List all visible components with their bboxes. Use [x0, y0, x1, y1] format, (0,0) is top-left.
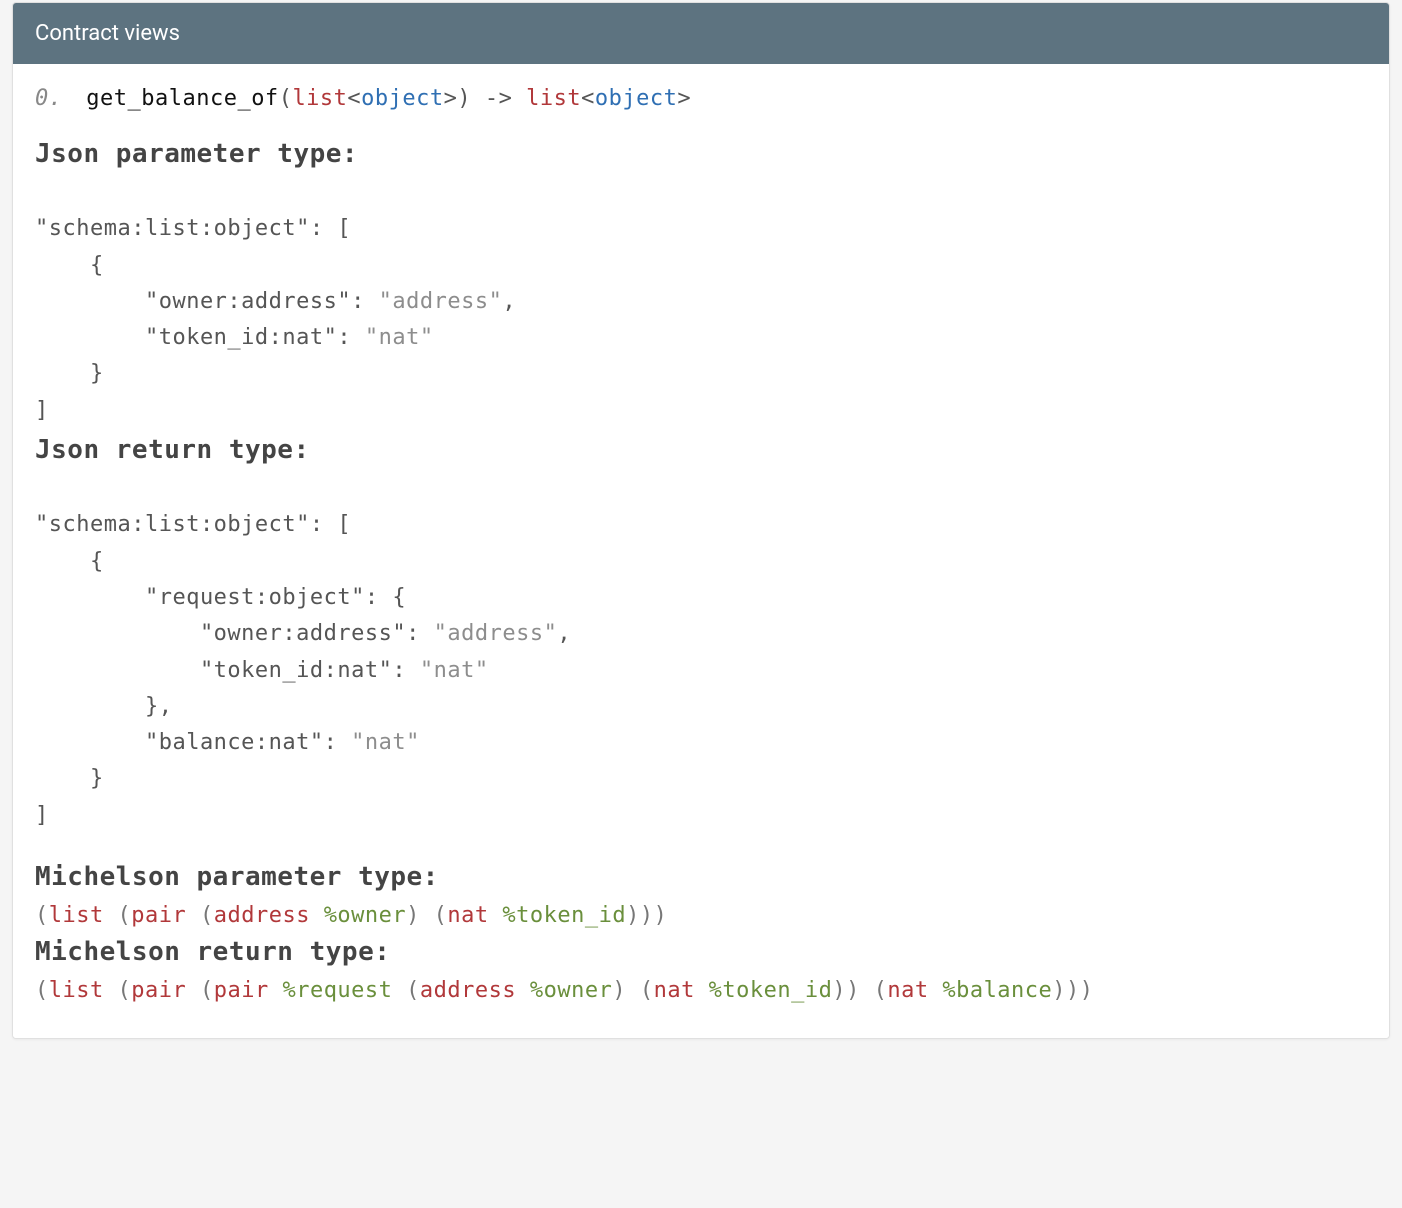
mr-t19: [929, 978, 943, 1003]
mp-t13: ))): [626, 903, 667, 928]
jp-l3-comma: ,: [502, 289, 516, 314]
json-param-title: Json parameter type:: [35, 139, 1367, 169]
mr-t10: address: [420, 978, 516, 1003]
view-name: get_balance_of: [86, 86, 278, 111]
mp-t2: list: [49, 903, 104, 928]
mp-t8: %owner: [324, 903, 406, 928]
view-index: 0.: [35, 86, 63, 111]
jr-l5-val: "nat": [420, 658, 489, 683]
paren-close: ): [457, 86, 471, 111]
mich-return-code: (list (pair (pair %request (address %own…: [35, 973, 1367, 1008]
ret-angle-open: <: [581, 86, 595, 111]
mp-t11: [489, 903, 503, 928]
spacer: [35, 840, 1367, 858]
mich-param-title: Michelson parameter type:: [35, 862, 1367, 892]
jp-l3-val: "address": [379, 289, 503, 314]
mr-t6: pair: [214, 978, 269, 1003]
arrow: ->: [471, 86, 526, 111]
mr-t5: (: [186, 978, 214, 1003]
mr-t13: ) (: [612, 978, 653, 1003]
mp-t1: (: [35, 903, 49, 928]
json-param-code: "schema:list:object": [ { "owner:address…: [35, 175, 1367, 429]
mr-t14: nat: [654, 978, 695, 1003]
view-signature: 0. get_balance_of(list<object>) -> list<…: [35, 86, 1367, 111]
mp-t7: [310, 903, 324, 928]
jr-l5-key: "token_id:nat": [35, 658, 392, 683]
paren-open: (: [279, 86, 293, 111]
mr-t2: list: [49, 978, 104, 1003]
jp-l1-key: "schema:list:object": [35, 216, 310, 241]
mr-t7: [269, 978, 283, 1003]
mr-t8: %request: [282, 978, 392, 1003]
card-body: 0. get_balance_of(list<object>) -> list<…: [13, 64, 1389, 1038]
ret-type-object: object: [595, 86, 677, 111]
jp-l6: ]: [35, 398, 49, 423]
mr-t1: (: [35, 978, 49, 1003]
jr-l2: {: [35, 549, 104, 574]
mp-t12: %token_id: [502, 903, 626, 928]
jp-l1-colon: : [: [310, 216, 351, 241]
mp-t9: ) (: [406, 903, 447, 928]
mich-param-code: (list (pair (address %owner) (nat %token…: [35, 898, 1367, 933]
json-return-code: "schema:list:object": [ { "request:objec…: [35, 471, 1367, 834]
ret-type-list: list: [526, 86, 581, 111]
jr-l4-val: "address": [434, 621, 558, 646]
jr-l7-colon: :: [324, 730, 352, 755]
mr-t20: %balance: [942, 978, 1052, 1003]
type-list: list: [292, 86, 347, 111]
jr-l5-colon: :: [392, 658, 420, 683]
mr-t4: pair: [131, 978, 186, 1003]
mr-t17: )) (: [832, 978, 887, 1003]
mp-t10: nat: [447, 903, 488, 928]
jp-l2: {: [35, 253, 104, 278]
jr-l4-comma: ,: [557, 621, 571, 646]
jp-l5: }: [35, 361, 104, 386]
jr-l6: },: [35, 694, 172, 719]
mp-t6: address: [214, 903, 310, 928]
mr-t15: [695, 978, 709, 1003]
jr-l8: }: [35, 766, 104, 791]
mr-t12: %owner: [530, 978, 612, 1003]
jr-l3-colon: : {: [365, 585, 406, 610]
type-object: object: [361, 86, 443, 111]
jr-l7-key: "balance:nat": [35, 730, 324, 755]
jp-l4-key: "token_id:nat": [35, 325, 337, 350]
mp-t3: (: [104, 903, 132, 928]
jr-l4-key: "owner:address": [35, 621, 406, 646]
ret-angle-close: >: [677, 86, 691, 111]
jr-l3-key: "request:object": [35, 585, 365, 610]
angle-open: <: [347, 86, 361, 111]
mr-t3: (: [104, 978, 132, 1003]
contract-views-card: Contract views 0. get_balance_of(list<ob…: [12, 2, 1390, 1039]
card-title: Contract views: [35, 21, 180, 46]
mr-t9: (: [392, 978, 420, 1003]
mr-t21: ))): [1052, 978, 1093, 1003]
jp-l3-key: "owner:address": [35, 289, 351, 314]
jr-l1-key: "schema:list:object": [35, 512, 310, 537]
card-header: Contract views: [13, 3, 1389, 64]
mr-t11: [516, 978, 530, 1003]
angle-close: >: [444, 86, 458, 111]
json-return-title: Json return type:: [35, 435, 1367, 465]
jr-l9: ]: [35, 803, 49, 828]
mich-return-title: Michelson return type:: [35, 937, 1367, 967]
mr-t18: nat: [887, 978, 928, 1003]
jr-l1-colon: : [: [310, 512, 351, 537]
jr-l7-val: "nat": [351, 730, 420, 755]
jp-l4-val: "nat": [365, 325, 434, 350]
jr-l4-colon: :: [406, 621, 434, 646]
mp-t5: (: [186, 903, 214, 928]
mr-t16: %token_id: [709, 978, 833, 1003]
jp-l4-colon: :: [337, 325, 365, 350]
jp-l3-colon: :: [351, 289, 379, 314]
mp-t4: pair: [131, 903, 186, 928]
